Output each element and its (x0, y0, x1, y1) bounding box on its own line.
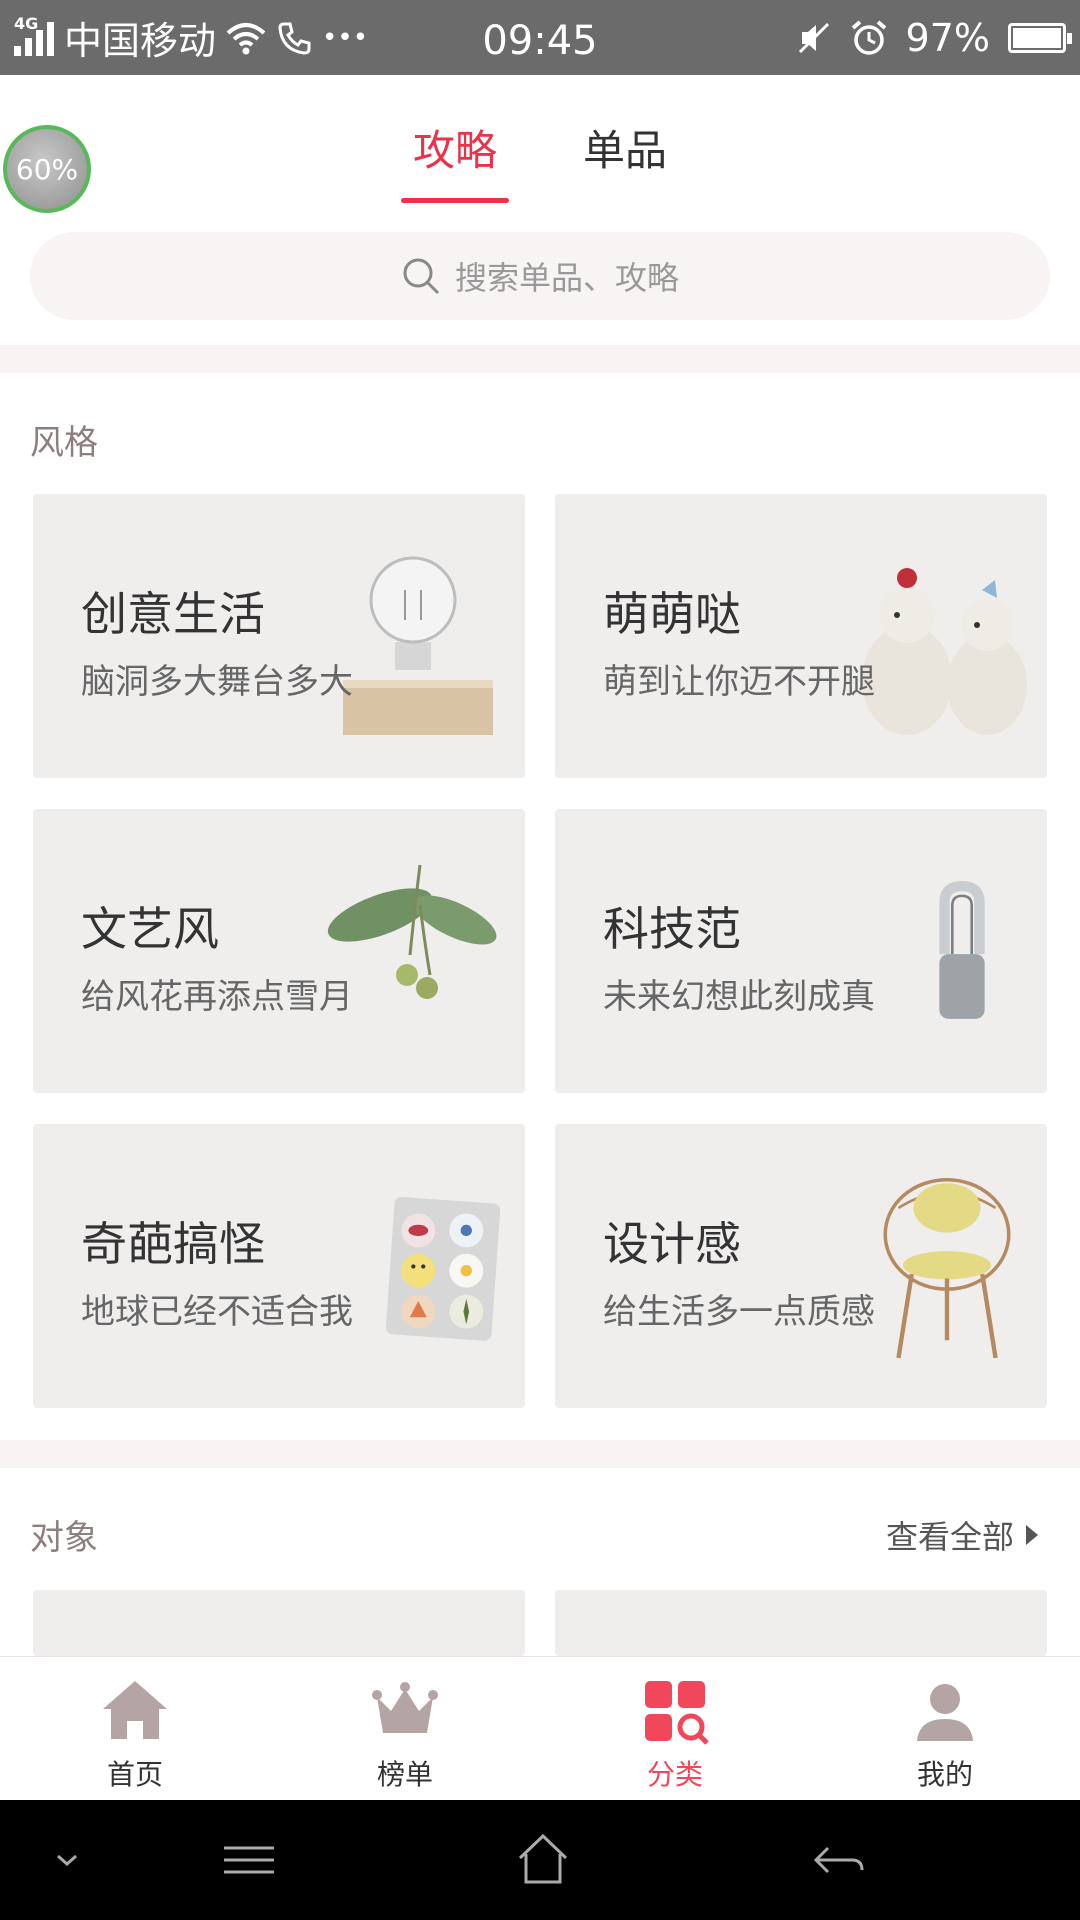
crown-icon (372, 1682, 438, 1733)
home-icon (103, 1681, 167, 1739)
search-placeholder: 搜索单品、攻略 (454, 259, 679, 297)
menu-icon[interactable] (222, 1830, 276, 1890)
object-card[interactable] (33, 1590, 525, 1656)
card-subtitle: 未来幻想此刻成真 (603, 977, 875, 1017)
battery-percent: 97% (905, 15, 990, 60)
chevron-down-icon[interactable] (52, 1830, 82, 1890)
air-purifier-image (939, 880, 985, 1019)
divider (0, 345, 1080, 373)
tab-ranking[interactable]: 榜单 (270, 1657, 540, 1800)
tab-label: 我的 (916, 1758, 973, 1791)
search-icon (403, 258, 440, 295)
tab-category[interactable]: 分类 (540, 1657, 810, 1800)
style-card-tech[interactable]: 科技范 未来幻想此刻成真 (555, 809, 1047, 1093)
tab-label: 首页 (106, 1758, 163, 1791)
divider (0, 1440, 1080, 1468)
category-icon (645, 1681, 709, 1745)
card-subtitle: 脑洞多大舞台多大 (81, 662, 353, 702)
section-title-object: 对象 (30, 1518, 98, 1558)
cherry-branch-image (327, 864, 497, 999)
object-card[interactable] (555, 1590, 1047, 1656)
pill-pack-pins-image (385, 1197, 501, 1341)
mute-icon (798, 22, 829, 53)
back-icon[interactable] (812, 1830, 866, 1890)
section-title-style: 风格 (30, 423, 98, 463)
card-title: 创意生活 (81, 587, 265, 641)
style-card-artsy[interactable]: 文艺风 给风花再添点雪月 (33, 809, 525, 1093)
floating-speed-badge[interactable]: 60% (3, 125, 91, 213)
tab-profile[interactable]: 我的 (810, 1657, 1080, 1800)
chevron-right-icon (1026, 1525, 1038, 1545)
card-subtitle: 地球已经不适合我 (81, 1292, 353, 1332)
lightbulb-image (343, 556, 493, 735)
style-card-quirky[interactable]: 奇葩搞怪 地球已经不适合我 (33, 1124, 525, 1408)
style-card-cute[interactable]: 萌萌哒 萌到让你迈不开腿 (555, 494, 1047, 778)
chair-image (883, 1177, 1011, 1359)
card-subtitle: 给生活多一点质感 (603, 1292, 875, 1332)
card-title: 设计感 (603, 1217, 741, 1271)
alarm-icon (851, 19, 886, 55)
header: 攻略 单品 (0, 75, 1080, 225)
view-all-link[interactable]: 查看全部 (886, 1512, 1038, 1558)
card-subtitle: 给风花再添点雪月 (81, 977, 353, 1017)
card-title: 奇葩搞怪 (81, 1217, 265, 1271)
toy-figures-image (862, 568, 1027, 735)
user-icon (917, 1684, 973, 1741)
battery-icon (1008, 22, 1072, 53)
style-card-design[interactable]: 设计感 给生活多一点质感 (555, 1124, 1047, 1408)
card-title: 科技范 (603, 902, 741, 956)
top-tabs: 攻略 单品 (0, 117, 1080, 203)
view-all-label: 查看全部 (885, 1518, 1014, 1556)
tab-items[interactable]: 单品 (571, 117, 679, 187)
status-bar: 4G 中国移动 ••• 09:45 97% (0, 0, 1080, 75)
system-nav-bar (0, 1800, 1080, 1920)
bottom-tab-bar: 首页 榜单 分类 我的 (0, 1656, 1080, 1800)
home-button-icon[interactable] (516, 1830, 570, 1890)
tab-home[interactable]: 首页 (0, 1657, 270, 1800)
tab-label: 榜单 (376, 1758, 433, 1791)
tab-guides[interactable]: 攻略 (400, 117, 510, 203)
card-title: 萌萌哒 (603, 587, 741, 641)
style-card-creative[interactable]: 创意生活 脑洞多大舞台多大 (33, 494, 525, 778)
card-title: 文艺风 (81, 902, 219, 956)
tab-label: 分类 (646, 1758, 703, 1791)
search-bar[interactable]: 搜索单品、攻略 (30, 232, 1050, 320)
card-subtitle: 萌到让你迈不开腿 (603, 662, 875, 702)
